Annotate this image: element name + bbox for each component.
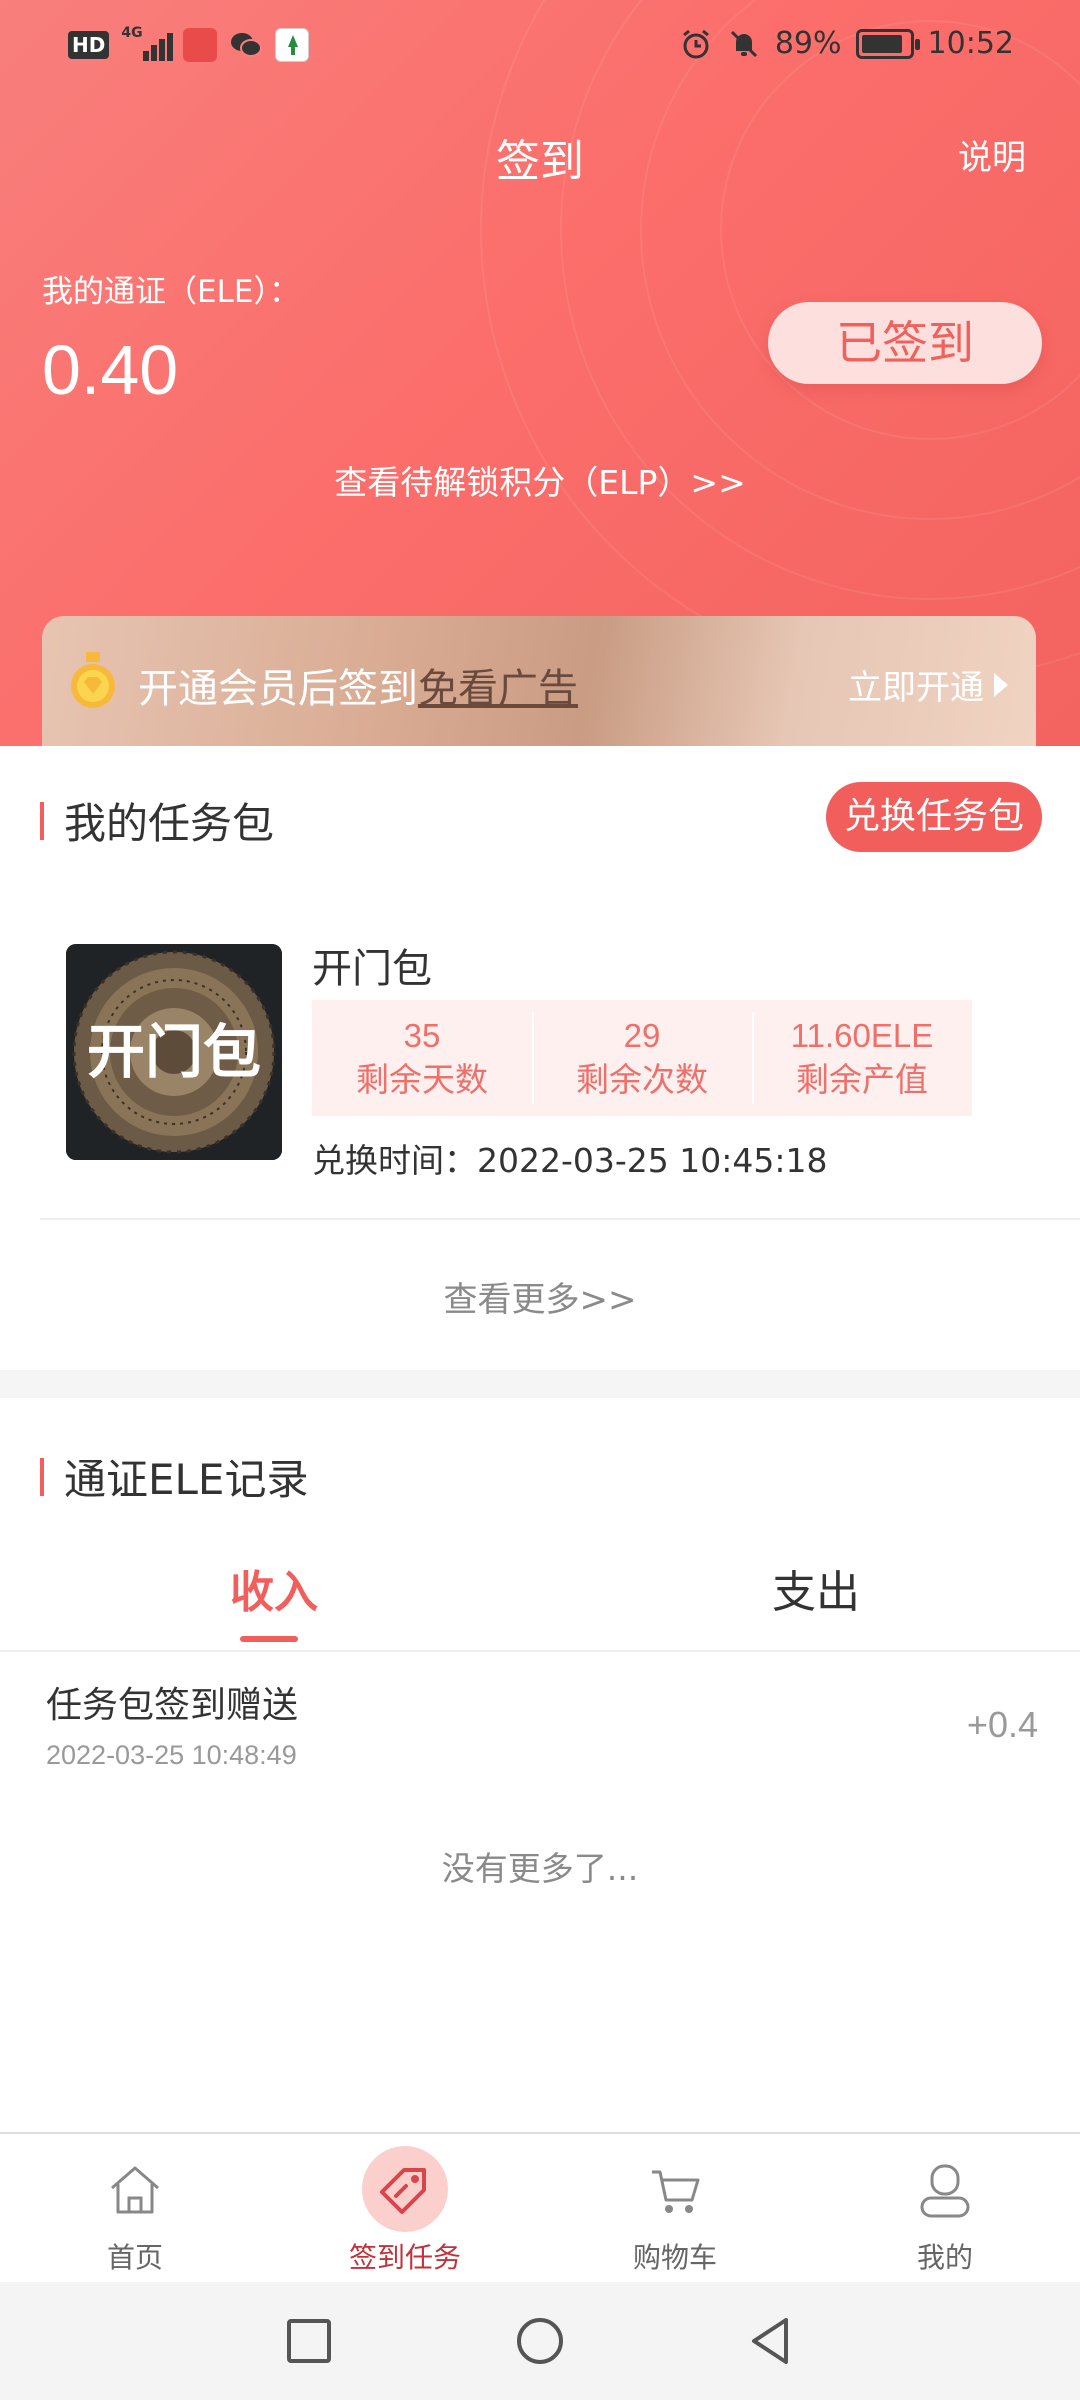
home-icon <box>111 2166 159 2214</box>
system-navigation-bar <box>0 2282 1080 2400</box>
recent-apps-icon[interactable] <box>282 2314 336 2368</box>
stat-remaining-output: 11.60ELE 剩余产值 <box>752 1000 972 1116</box>
clock: 10:52 <box>927 26 1014 61</box>
hd-indicator: HD <box>68 31 110 59</box>
record-title: 任务包签到赠送 <box>46 1685 299 1726</box>
view-more-link[interactable]: 查看更多>> <box>0 1272 1080 1321</box>
battery-icon <box>855 28 920 59</box>
elp-points-link[interactable]: 查看待解锁积分（ELP）>> <box>0 456 1080 504</box>
tag-icon <box>380 2168 426 2214</box>
exchange-time: 兑换时间：2022-03-25 10:45:18 <box>312 1141 828 1180</box>
records-tabs: 收入 支出 <box>0 1556 1080 1652</box>
shopping-app-icon <box>183 28 218 62</box>
section-marker <box>40 1457 44 1496</box>
package-image[interactable]: 开门包 <box>66 944 282 1160</box>
help-link[interactable]: 说明 <box>958 130 1026 179</box>
record-time: 2022-03-25 10:48:49 <box>46 1740 297 1770</box>
tab-expense[interactable]: 支出 <box>772 1556 860 1620</box>
task-section-header: 我的任务包 <box>40 790 274 851</box>
divider <box>0 1650 1080 1652</box>
signed-in-button[interactable]: 已签到 <box>768 302 1042 384</box>
mute-bell-icon <box>730 30 757 57</box>
no-more-text: 没有更多了... <box>441 1849 639 1888</box>
package-stats: 35 剩余天数 29 剩余次数 11.60ELE 剩余产值 <box>312 1000 972 1116</box>
divider <box>40 1218 1080 1220</box>
records-section-title: 通证ELE记录 <box>64 1455 309 1504</box>
tab-income[interactable]: 收入 <box>230 1556 318 1620</box>
active-tab-indicator <box>240 1636 298 1642</box>
record-amount: +0.4 <box>966 1704 1038 1745</box>
stat-remaining-days: 35 剩余天数 <box>356 1017 488 1099</box>
nav-cart[interactable]: 购物车 <box>540 2134 810 2284</box>
cart-icon <box>652 2170 700 2213</box>
vip-banner[interactable]: 开通会员后签到免看广告 立即开通 <box>42 616 1036 746</box>
wechat-icon <box>229 28 263 62</box>
open-vip-button[interactable]: 立即开通 <box>848 660 1008 709</box>
token-label: 我的通证（ELE）： <box>42 274 300 310</box>
task-section-title: 我的任务包 <box>64 799 275 848</box>
medal-icon <box>71 652 115 708</box>
home-button-icon[interactable] <box>513 2314 567 2368</box>
stat-remaining-times: 29 剩余次数 <box>532 1000 752 1116</box>
no-ads-text: 免看广告 <box>418 666 578 712</box>
section-gap <box>0 1370 1080 1398</box>
nav-profile[interactable]: 我的 <box>810 2134 1080 2284</box>
page-title: 签到 <box>496 136 584 187</box>
signal-icon: 4G <box>121 25 174 61</box>
section-marker <box>40 801 44 840</box>
token-value: 0.40 <box>42 331 179 409</box>
exchange-package-button[interactable]: 兑换任务包 <box>826 782 1042 852</box>
svg-text:开门包: 开门包 <box>87 1018 261 1086</box>
nav-checkin-tasks[interactable]: 签到任务 <box>270 2134 540 2284</box>
user-icon <box>920 2164 970 2218</box>
app-icon <box>275 28 310 62</box>
arrow-right-icon <box>994 672 1008 697</box>
battery-percent: 89% <box>774 26 842 61</box>
status-bar: HD 4G 89% 10:52 <box>0 0 1080 94</box>
bottom-nav: 首页 签到任务 购物车 我的 <box>0 2132 1080 2282</box>
back-icon[interactable] <box>744 2314 798 2368</box>
alarm-icon <box>682 29 709 58</box>
records-section-header: 通证ELE记录 <box>40 1446 308 1507</box>
header: HD 4G 89% 10:52 签到 说明 我的通证（ELE）： 0.40 已签… <box>0 0 1080 746</box>
package-name: 开门包 <box>312 946 432 992</box>
nav-home[interactable]: 首页 <box>0 2134 270 2284</box>
vip-banner-text: 开通会员后签到免看广告 <box>138 666 578 712</box>
